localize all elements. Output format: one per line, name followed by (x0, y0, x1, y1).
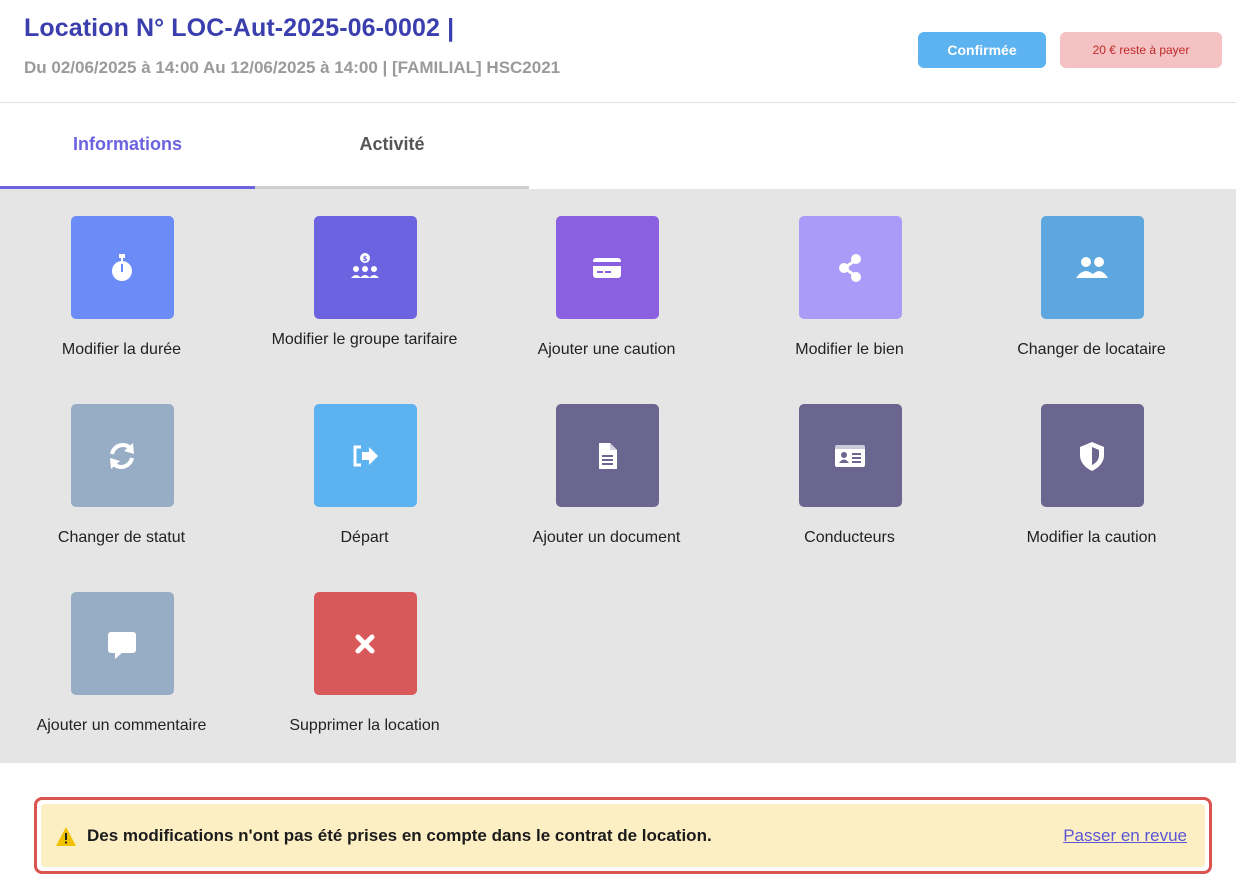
action-ajouter-caution[interactable]: Ajouter une caution (485, 189, 728, 379)
action-label: Supprimer la location (289, 717, 440, 734)
credit-card-icon (555, 216, 659, 319)
sign-out-icon (313, 404, 417, 507)
page-title: Location N° LOC-Aut-2025-06-0002 | (24, 14, 455, 42)
action-label: Départ (340, 529, 389, 546)
id-card-icon (798, 404, 902, 507)
document-icon (555, 404, 659, 507)
page-header: Location N° LOC-Aut-2025-06-0002 | Du 02… (0, 0, 1236, 103)
action-modifier-groupe-tarifaire[interactable]: $ Modifier le groupe tarifaire (243, 189, 486, 379)
refresh-icon (70, 404, 174, 507)
actions-grid: Modifier la durée $ Modifier le groupe t… (0, 189, 1236, 763)
action-label: Modifier la caution (1026, 529, 1157, 546)
action-changer-locataire[interactable]: Changer de locataire (970, 189, 1213, 379)
alert-banner: Des modifications n'ont pas été prises e… (41, 804, 1205, 867)
action-conducteurs[interactable]: Conducteurs (728, 377, 971, 567)
action-supprimer-location[interactable]: Supprimer la location (243, 565, 486, 755)
changes-alert: Des modifications n'ont pas été prises e… (34, 797, 1212, 874)
stopwatch-icon (70, 216, 174, 319)
action-label: Changer de statut (57, 529, 186, 546)
status-badge: Confirmée (918, 32, 1046, 68)
action-label: Modifier le bien (795, 341, 904, 358)
action-ajouter-document[interactable]: Ajouter un document (485, 377, 728, 567)
group-price-icon: $ (313, 216, 417, 319)
alert-message: Des modifications n'ont pas été prises e… (87, 826, 712, 845)
tab-activite[interactable]: Activité (255, 103, 529, 189)
warning-icon (56, 827, 76, 846)
action-label: Ajouter un document (532, 529, 681, 546)
svg-text:$: $ (363, 255, 368, 263)
action-ajouter-commentaire[interactable]: Ajouter un commentaire (0, 565, 243, 755)
tab-informations[interactable]: Informations (0, 103, 255, 189)
action-label: Modifier la durée (61, 341, 182, 358)
shield-icon (1040, 404, 1144, 507)
action-label: Ajouter une caution (537, 341, 676, 358)
comment-icon (70, 592, 174, 695)
balance-badge: 20 € reste à payer (1060, 32, 1222, 68)
action-modifier-duree[interactable]: Modifier la durée (0, 189, 243, 379)
rental-period: Du 02/06/2025 à 14:00 Au 12/06/2025 à 14… (24, 58, 561, 77)
share-icon (798, 216, 902, 319)
action-label: Modifier le groupe tarifaire (271, 331, 458, 348)
users-icon (1040, 216, 1144, 319)
action-modifier-bien[interactable]: Modifier le bien (728, 189, 971, 379)
close-icon (313, 592, 417, 695)
action-changer-statut[interactable]: Changer de statut (0, 377, 243, 567)
action-modifier-caution[interactable]: Modifier la caution (970, 377, 1213, 567)
review-link[interactable]: Passer en revue (1063, 826, 1187, 846)
action-label: Conducteurs (804, 529, 895, 546)
action-label: Ajouter un commentaire (36, 717, 207, 734)
tab-bar: Informations Activité (0, 103, 1236, 189)
action-label: Changer de locataire (1017, 341, 1166, 358)
action-depart[interactable]: Départ (243, 377, 486, 567)
